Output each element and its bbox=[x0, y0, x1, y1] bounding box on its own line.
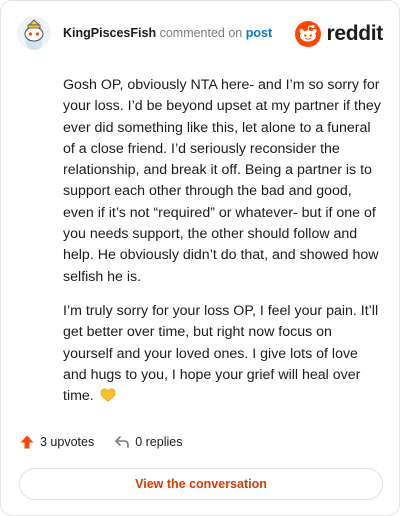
upvote-stat[interactable]: 3 upvotes bbox=[19, 434, 94, 450]
upvote-count: 3 upvotes bbox=[40, 435, 95, 449]
author-line: KingPiscesFish commented on post bbox=[63, 25, 272, 41]
comment-paragraph: I’m truly sorry for your loss OP, I feel… bbox=[63, 301, 385, 407]
comment-footer: 3 upvotes 0 replies bbox=[19, 434, 182, 450]
post-link[interactable]: post bbox=[246, 26, 272, 40]
reply-stat[interactable]: 0 replies bbox=[114, 434, 182, 450]
commented-on-text: commented on bbox=[159, 26, 243, 40]
comment-card: KingPiscesFish commented on post reddit … bbox=[0, 0, 400, 516]
reply-arrow-icon bbox=[115, 436, 130, 448]
author-name[interactable]: KingPiscesFish bbox=[63, 26, 156, 40]
reddit-logo[interactable]: reddit bbox=[295, 21, 383, 47]
snoo-avatar-icon bbox=[17, 16, 51, 50]
reply-count: 0 replies bbox=[135, 435, 183, 449]
yellow-heart-icon bbox=[100, 388, 116, 403]
view-conversation-button[interactable]: View the conversation bbox=[19, 468, 383, 500]
avatar[interactable] bbox=[17, 16, 51, 50]
comment-body: Gosh OP, obviously NTA here- and I’m so … bbox=[63, 75, 385, 420]
comment-paragraph: Gosh OP, obviously NTA here- and I’m so … bbox=[63, 77, 381, 285]
upvote-arrow-icon bbox=[20, 435, 34, 449]
reddit-snoo-icon bbox=[295, 21, 322, 47]
reddit-wordmark: reddit bbox=[326, 22, 383, 45]
